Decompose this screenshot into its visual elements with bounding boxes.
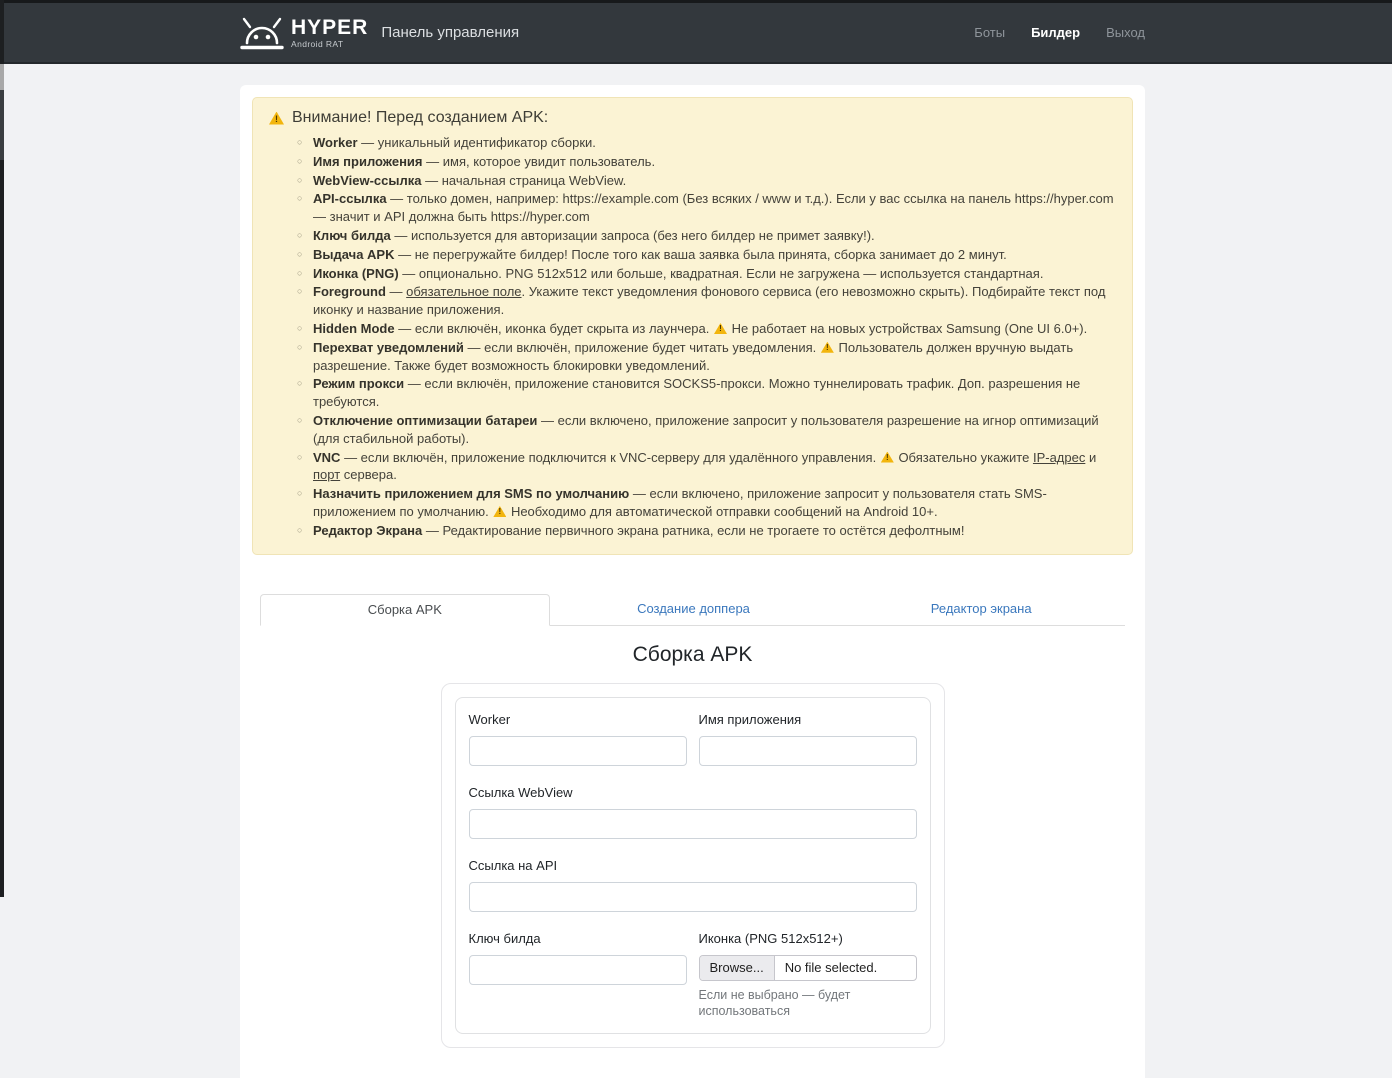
app-name-input[interactable] xyxy=(699,736,917,766)
file-status-text: No file selected. xyxy=(775,956,888,980)
alert-list-item: Hidden Mode — если включён, иконка будет… xyxy=(297,320,1116,338)
nav-link-bots[interactable]: Боты xyxy=(974,25,1005,40)
worker-label: Worker xyxy=(469,712,687,727)
alert-title-text: Внимание! Перед созданием APK: xyxy=(292,109,548,127)
worker-input[interactable] xyxy=(469,736,687,766)
alert-list-item: API-ссылка — только домен, например: htt… xyxy=(297,190,1116,226)
brand-subtitle: Android RAT xyxy=(291,40,368,49)
tab-screen-editor[interactable]: Редактор экрана xyxy=(837,594,1125,625)
nav-link-builder[interactable]: Билдер xyxy=(1031,25,1080,40)
alert-list-item: Имя приложения — имя, которое увидит пол… xyxy=(297,153,1116,171)
nav-link-logout[interactable]: Выход xyxy=(1106,25,1145,40)
app-name-label: Имя приложения xyxy=(699,712,917,727)
alert-list-item: Выдача APK — не перегружайте билдер! Пос… xyxy=(297,246,1116,264)
builder-form-card: Worker Имя приложения Ссылка WebView Ссы… xyxy=(441,683,945,1049)
alert-list-item: VNC — если включён, приложение подключит… xyxy=(297,449,1116,485)
build-key-label: Ключ билда xyxy=(469,931,687,946)
scrollbar-track xyxy=(0,90,4,160)
browse-button[interactable]: Browse... xyxy=(700,956,775,980)
alert-list-item: WebView-ссылка — начальная страница WebV… xyxy=(297,172,1116,190)
brand: HYPER Android RAT xyxy=(240,16,368,50)
tab-build-apk[interactable]: Сборка APK xyxy=(260,594,550,626)
brand-name: HYPER xyxy=(291,17,368,38)
icon-hint-text: Если не выбрано — будет использоваться xyxy=(699,987,917,1020)
warning-icon: ! xyxy=(821,342,834,353)
main-container: ! Внимание! Перед созданием APK: Worker … xyxy=(240,85,1145,1078)
warning-icon: ! xyxy=(881,452,894,463)
android-head-icon xyxy=(240,16,284,50)
alert-list-item: Ключ билда — используется для авторизаци… xyxy=(297,227,1116,245)
warning-alert: ! Внимание! Перед созданием APK: Worker … xyxy=(252,97,1133,555)
alert-list-item: Назначить приложением для SMS по умолчан… xyxy=(297,485,1116,521)
alert-list-item: Редактор Экрана — Редактирование первичн… xyxy=(297,522,1116,540)
section-heading: Сборка APK xyxy=(240,643,1145,667)
alert-list-item: Foreground — обязательное поле. Укажите … xyxy=(297,283,1116,319)
webview-link-label: Ссылка WebView xyxy=(469,785,917,800)
warning-icon: ! xyxy=(269,112,284,125)
page-title: Панель управления xyxy=(381,24,519,41)
tab-bar: Сборка APK Создание доппера Редактор экр… xyxy=(260,594,1125,626)
alert-list-item: Иконка (PNG) — опционально. PNG 512x512 … xyxy=(297,265,1116,283)
icon-upload-label: Иконка (PNG 512x512+) xyxy=(699,931,917,946)
alert-list-item: Отключение оптимизации батареи — если вк… xyxy=(297,412,1116,448)
tab-create-dropper[interactable]: Создание доппера xyxy=(550,594,838,625)
icon-file-input[interactable]: Browse... No file selected. xyxy=(699,955,917,981)
api-link-label: Ссылка на API xyxy=(469,858,917,873)
warning-icon: ! xyxy=(714,323,727,334)
builder-form: Worker Имя приложения Ссылка WebView Ссы… xyxy=(455,697,931,1035)
navbar: HYPER Android RAT Панель управления Боты… xyxy=(0,0,1392,64)
alert-list-item: Режим прокси — если включён, приложение … xyxy=(297,375,1116,411)
alert-title: ! Внимание! Перед созданием APK: xyxy=(269,109,1116,127)
warning-icon: ! xyxy=(493,506,506,517)
build-key-input[interactable] xyxy=(469,955,687,985)
window-edge xyxy=(0,0,4,897)
alert-list: Worker — уникальный идентификатор сборки… xyxy=(269,134,1116,540)
alert-list-item: Worker — уникальный идентификатор сборки… xyxy=(297,134,1116,152)
webview-link-input[interactable] xyxy=(469,809,917,839)
scrollbar-thumb[interactable] xyxy=(0,64,4,90)
alert-list-item: Перехват уведомлений — если включён, при… xyxy=(297,339,1116,375)
nav-links: Боты Билдер Выход xyxy=(974,25,1145,40)
